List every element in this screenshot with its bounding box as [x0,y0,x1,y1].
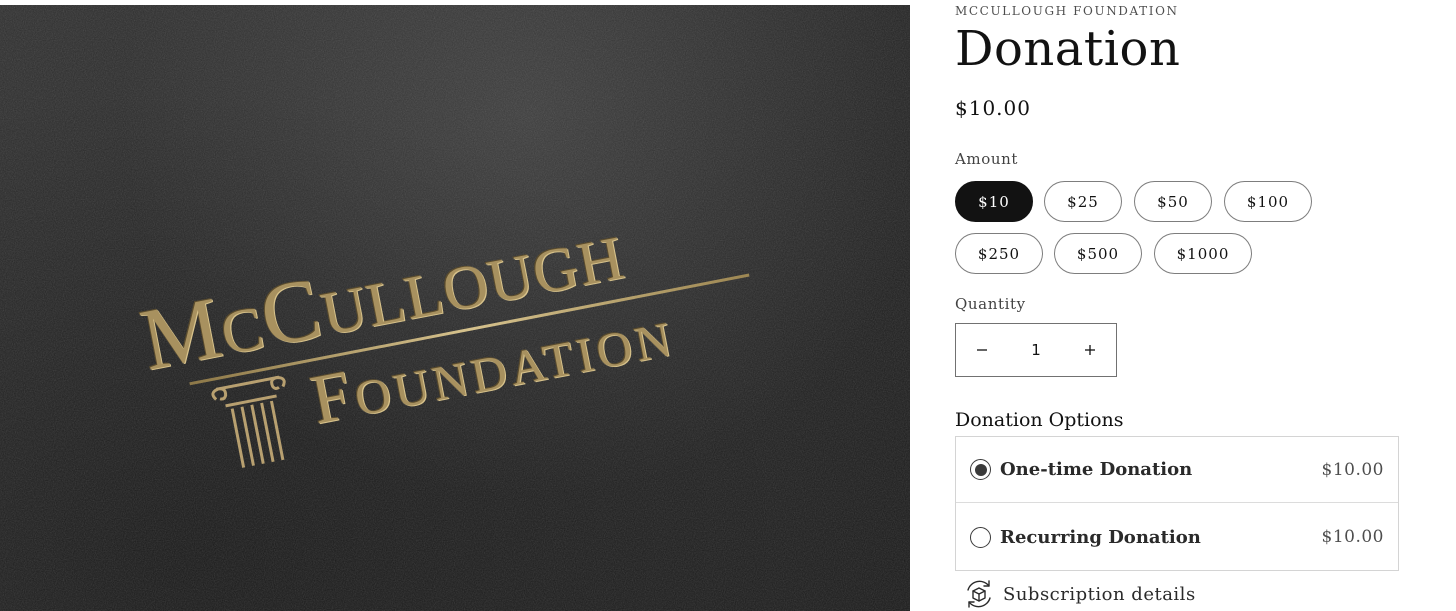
subscription-box-icon [967,580,991,608]
amount-option-250[interactable]: $250 [955,233,1043,274]
minus-icon [977,349,987,351]
product-info: MCCULLOUGH FOUNDATION Donation $10.00 Am… [955,0,1425,611]
quantity-input[interactable] [1008,341,1064,359]
donation-option-price: $10.00 [1321,459,1384,480]
radio-unselected-icon[interactable] [970,526,991,548]
amount-label: Amount [955,150,1019,168]
quantity-increase-button[interactable] [1064,324,1116,376]
amount-option-25[interactable]: $25 [1044,181,1122,222]
subscription-details-link[interactable]: Subscription details [963,578,1196,610]
subscription-details-label: Subscription details [1003,583,1196,605]
product-title: Donation [955,21,1181,77]
amount-option-100[interactable]: $100 [1224,181,1312,222]
donation-option-price: $10.00 [1321,527,1384,547]
amount-option-50[interactable]: $50 [1134,181,1212,222]
quantity-label: Quantity [955,295,1026,313]
radio-selected-icon[interactable] [970,459,991,480]
ionic-column-icon [211,375,286,468]
product-vendor: MCCULLOUGH FOUNDATION [955,4,1179,18]
amount-option-500[interactable]: $500 [1054,233,1142,274]
product-image: McCullough Foundation [0,5,910,611]
amount-option-10[interactable]: $10 [955,181,1033,222]
product-price: $10.00 [955,96,1031,120]
donation-option-name: Recurring Donation [1000,526,1201,548]
donation-options: One-time Donation $10.00 Recurring Donat… [955,436,1399,571]
plus-icon [1085,345,1095,355]
donation-options-title: Donation Options [955,409,1124,431]
quantity-stepper [955,323,1117,377]
donation-option-recurring[interactable]: Recurring Donation $10.00 [956,504,1398,570]
quantity-decrease-button[interactable] [956,324,1008,376]
donation-option-name: One-time Donation [1000,459,1193,480]
amount-option-1000[interactable]: $1000 [1154,233,1252,274]
donation-option-one-time[interactable]: One-time Donation $10.00 [956,437,1398,503]
